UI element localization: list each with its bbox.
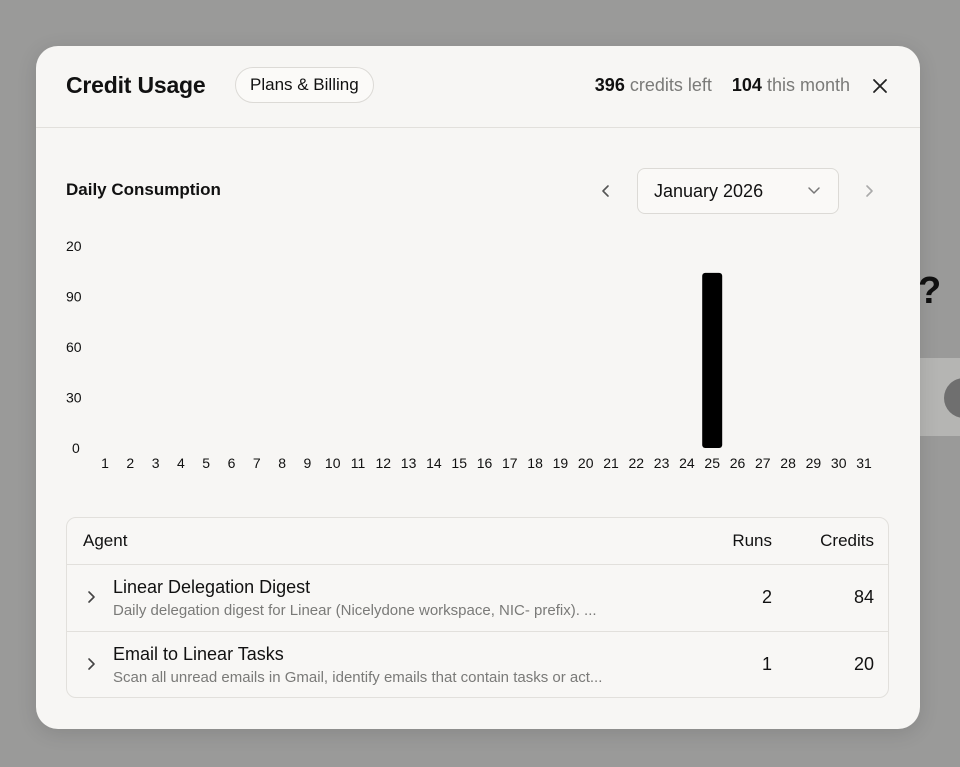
x-tick-label: 16: [477, 455, 493, 471]
previous-month-chevron-left-icon[interactable]: [594, 180, 618, 202]
y-tick-label: 90: [66, 289, 82, 305]
x-tick-label: 10: [325, 455, 341, 471]
table-row[interactable]: Linear Delegation Digest Daily delegatio…: [67, 565, 888, 632]
column-header-runs: Runs: [732, 531, 772, 550]
chevron-right-icon[interactable]: [85, 589, 97, 610]
credits-left-stat: 396 credits left: [595, 75, 712, 96]
agent-runs: 1: [761, 654, 772, 674]
chevron-down-icon: [806, 183, 822, 202]
agent-credits: 84: [853, 587, 874, 607]
agent-credits: 20: [853, 654, 874, 674]
plans-billing-button[interactable]: Plans & Billing: [235, 67, 374, 103]
x-tick-label: 18: [527, 455, 543, 471]
close-icon[interactable]: [870, 76, 890, 96]
month-select[interactable]: January 2026: [637, 168, 839, 214]
credits-left-label: credits left: [629, 75, 712, 95]
column-header-credits: Credits: [820, 531, 874, 550]
x-tick-label: 26: [730, 455, 746, 471]
table-row[interactable]: Email to Linear Tasks Scan all unread em…: [67, 632, 888, 697]
table-header: Agent Runs Credits: [67, 518, 888, 565]
x-tick-label: 9: [304, 455, 312, 471]
x-tick-label: 20: [578, 455, 594, 471]
x-tick-label: 6: [228, 455, 236, 471]
modal-header: Credit Usage Plans & Billing 396 credits…: [36, 46, 920, 128]
x-tick-label: 8: [278, 455, 286, 471]
daily-consumption-chart: 2090603001 2 3 4 5 6 7 8 9 10 11 12 13 14 15 16 17 18 19 20…: [66, 238, 872, 471]
x-tick-label: 3: [152, 455, 160, 471]
credit-usage-modal: Credit Usage Plans & Billing 396 credits…: [36, 46, 920, 729]
this-month-stat: 104 this month: [732, 75, 850, 96]
x-tick-label: 23: [654, 455, 670, 471]
y-tick-label: 0: [72, 440, 80, 456]
y-tick-label: 60: [66, 339, 82, 355]
x-tick-label: 15: [451, 455, 467, 471]
x-tick-label: 1: [101, 455, 109, 471]
x-tick-label: 12: [376, 455, 392, 471]
x-tick-label: 31: [856, 455, 872, 471]
x-tick-label: 30: [831, 455, 847, 471]
credits-left-value: 396: [594, 75, 625, 95]
y-tick-label: 30: [66, 390, 82, 406]
x-tick-label: 11: [351, 455, 366, 471]
x-tick-label: 25: [704, 455, 720, 471]
chevron-right-icon[interactable]: [85, 656, 97, 677]
agent-runs: 2: [761, 587, 772, 607]
column-header-agent: Agent: [83, 531, 128, 550]
this-month-label: this month: [766, 75, 850, 95]
x-tick-label: 5: [202, 455, 210, 471]
credit-stats: 396 credits left 104 this month: [595, 75, 850, 96]
agent-description: Scan all unread emails in Gmail, identif…: [113, 669, 603, 686]
x-tick-label: 17: [502, 455, 518, 471]
agent-name: Linear Delegation Digest: [113, 577, 311, 597]
daily-consumption-title: Daily Consumption: [66, 180, 221, 199]
x-tick-label: 28: [780, 455, 796, 471]
background-fragment-text: ?: [918, 270, 942, 312]
x-tick-label: 14: [426, 455, 442, 471]
agent-usage-table: Agent Runs Credits Linear Delegation Dig…: [66, 517, 889, 698]
x-tick-label: 2: [126, 455, 134, 471]
chart-bar-day-25[interactable]: [702, 272, 723, 448]
x-tick-label: 22: [629, 455, 645, 471]
x-tick-label: 29: [806, 455, 822, 471]
modal-title: Credit Usage: [66, 72, 206, 98]
agent-name: Email to Linear Tasks: [113, 644, 284, 664]
this-month-value: 104: [731, 75, 762, 95]
x-tick-label: 19: [553, 455, 569, 471]
x-tick-label: 21: [603, 455, 619, 471]
x-tick-label: 4: [177, 455, 185, 471]
x-tick-label: 24: [679, 455, 695, 471]
y-tick-label: 20: [66, 238, 82, 254]
x-tick-label: 7: [253, 455, 261, 471]
next-month-chevron-right-icon[interactable]: [857, 180, 881, 202]
agent-description: Daily delegation digest for Linear (Nice…: [113, 602, 597, 619]
x-tick-label: 13: [401, 455, 417, 471]
month-select-value: January 2026: [654, 181, 764, 201]
x-tick-label: 27: [755, 455, 771, 471]
